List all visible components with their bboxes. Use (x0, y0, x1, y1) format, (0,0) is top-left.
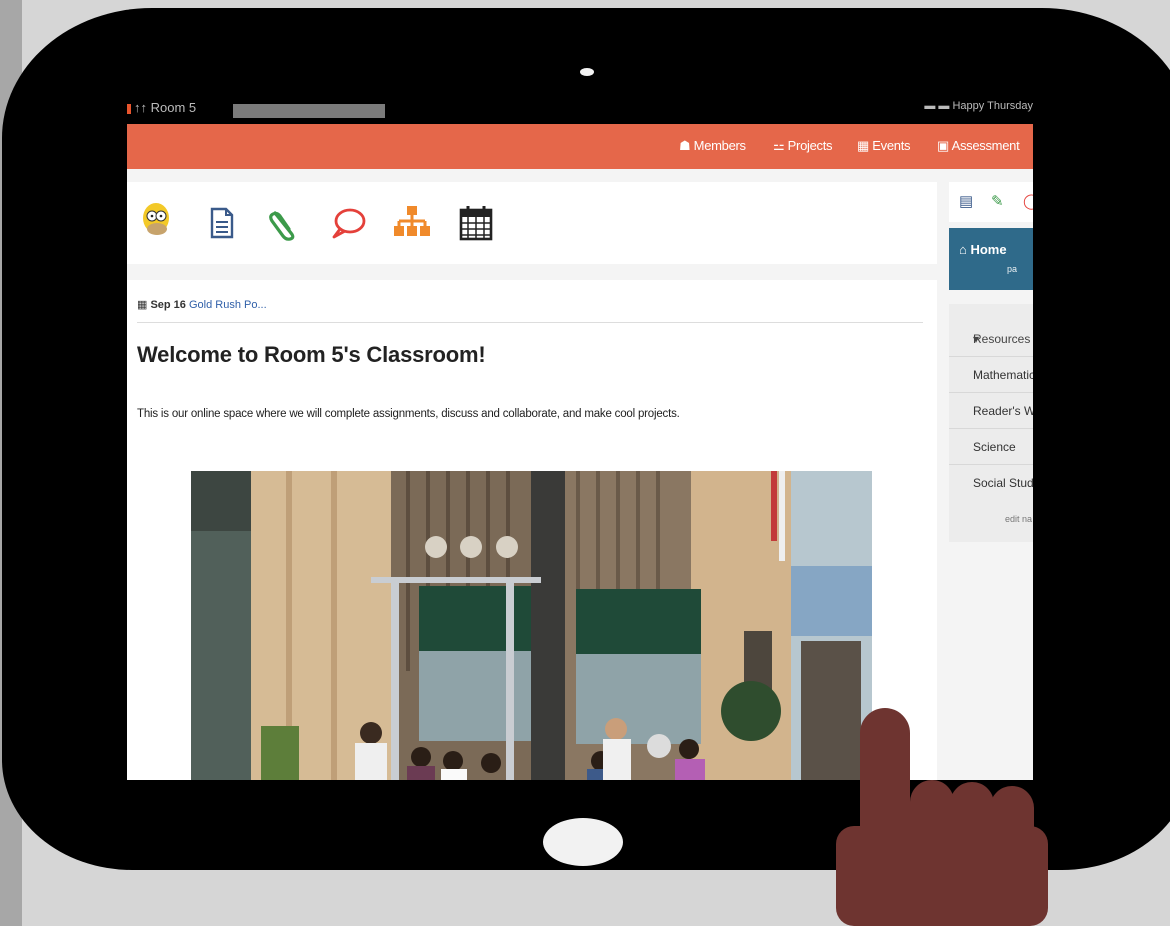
org-chart-icon[interactable] (391, 202, 433, 244)
nav-projects[interactable]: ⚍ Projects (773, 138, 833, 154)
top-navbar: ☗ Members ⚍ Projects ▦ Events ▣ Assessme… (127, 124, 1033, 169)
post-link[interactable]: Gold Rush Po... (189, 299, 267, 311)
sidebar-item-mathematics[interactable]: Mathematic (949, 356, 1033, 393)
post-date-row: ▦ Sep 16 Gold Rush Po... (137, 298, 267, 311)
home-icon: ⌂ (959, 242, 971, 257)
post-content: ▦ Sep 16 Gold Rush Po... Welcome to Room… (127, 280, 937, 780)
sidebar-home[interactable]: ⌂ Home pa (949, 228, 1033, 290)
nav-members[interactable]: ☗ Members (679, 138, 746, 154)
calendar-small-icon: ▦ (857, 138, 873, 153)
url-bar[interactable] (233, 104, 385, 118)
document-icon[interactable]: ▤ (959, 192, 973, 210)
hand-illustration (836, 708, 1048, 926)
tablet-camera (580, 68, 594, 76)
document-icon[interactable] (201, 202, 243, 244)
divider (137, 322, 923, 323)
nav-assessment[interactable]: ▣ Assessment (937, 138, 1020, 154)
flag-icon: ▬ ▬ (924, 100, 953, 112)
sidebar-icon-row: ▤ ✎ ◯ (949, 182, 1033, 222)
tablet-home-button[interactable] (543, 818, 623, 866)
class-photo (191, 471, 872, 780)
edit-nav-link[interactable]: edit na (1005, 514, 1032, 524)
resources-list: ▾ Resources Mathematic Reader's W Scienc… (949, 304, 1033, 542)
status-left: ↑↑ Room 5 (127, 100, 196, 115)
page-title: Welcome to Room 5's Classroom! (137, 342, 486, 367)
speech-bubble-icon[interactable]: ◯ (1023, 192, 1033, 210)
members-icon: ☗ (679, 138, 694, 153)
status-signal-icon (127, 103, 131, 114)
post-toolbar (127, 182, 937, 264)
chart-icon: ▣ (937, 138, 952, 153)
avatar[interactable] (135, 202, 177, 246)
sidebar-item-social-studies[interactable]: Social Stud (949, 464, 1033, 501)
browser-screen: ☗ Members ⚍ Projects ▦ Events ▣ Assessme… (127, 124, 1033, 780)
status-right: ▬ ▬ Happy Thursday (924, 100, 1033, 112)
sidebar-item-science[interactable]: Science (949, 428, 1033, 465)
sidebar-home-sub: pa (1007, 264, 1018, 274)
status-bar: ↑↑ Room 5 ▬ ▬ Happy Thursday (127, 98, 1033, 124)
calendar-icon[interactable] (455, 202, 497, 244)
status-left-text: ↑↑ Room 5 (134, 100, 197, 115)
status-right-text: Happy Thursday (952, 100, 1033, 112)
post-date: Sep 16 (150, 299, 186, 311)
post-body: This is our online space where we will c… (137, 408, 680, 420)
nav-events[interactable]: ▦ Events (857, 138, 911, 154)
sidebar-item-readers[interactable]: Reader's W (949, 392, 1033, 429)
paperclip-icon[interactable] (263, 202, 305, 244)
sitemap-icon: ⚍ (773, 138, 788, 153)
paperclip-icon[interactable]: ✎ (991, 192, 1004, 210)
calendar-small-icon: ▦ (137, 299, 151, 311)
speech-bubble-icon[interactable] (327, 202, 369, 244)
